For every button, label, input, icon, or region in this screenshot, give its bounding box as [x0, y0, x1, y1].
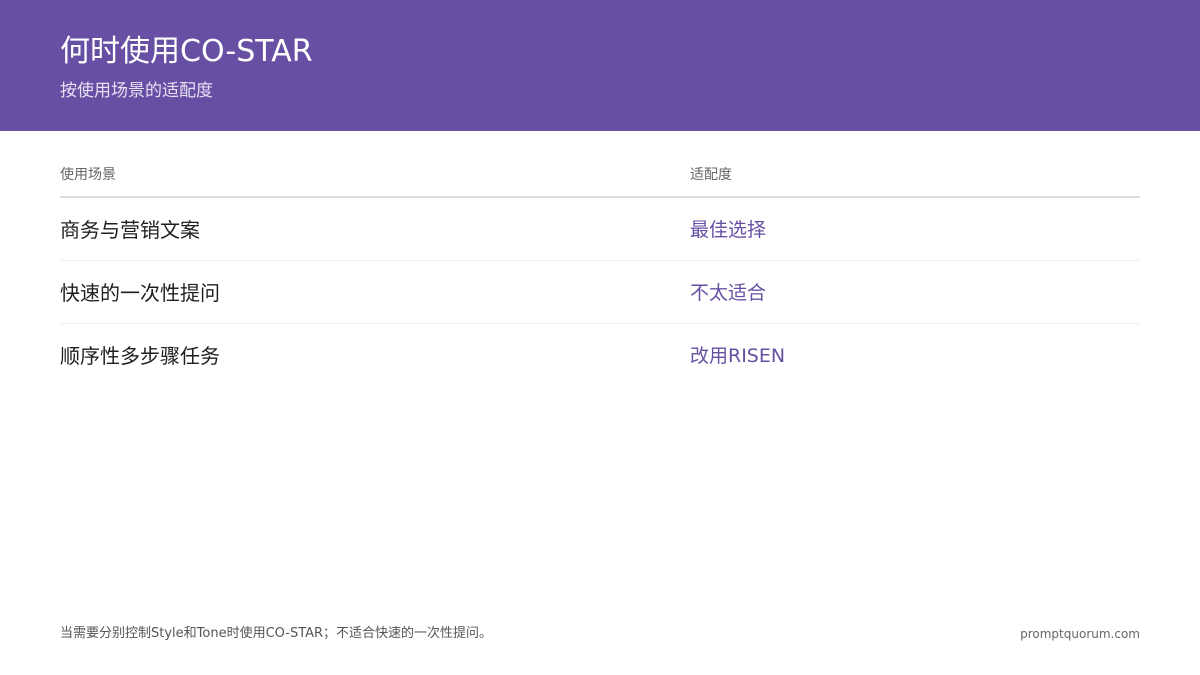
fit-cell: 改用RISEN [690, 345, 786, 367]
column-header-scenario: 使用场景 [60, 167, 116, 183]
scenario-cell: 顺序性多步骤任务 [60, 344, 220, 368]
table-row: 顺序性多步骤任务 改用RISEN [60, 324, 1140, 386]
fit-table: 使用场景 适配度 商务与营销文案 最佳选择 快速的一次性提问 不太适合 顺序性多… [60, 160, 1140, 386]
column-header-fit: 适配度 [690, 167, 732, 183]
table-row: 快速的一次性提问 不太适合 [60, 261, 1140, 324]
page-subtitle: 按使用场景的适配度 [60, 81, 213, 101]
scenario-cell: 商务与营销文案 [60, 218, 200, 242]
page-title: 何时使用CO-STAR [60, 34, 313, 69]
footer-brand: promptquorum.com [1020, 627, 1140, 641]
footer-note: 当需要分别控制Style和Tone时使用CO-STAR；不适合快速的一次性提问。 [60, 626, 493, 641]
table-row: 商务与营销文案 最佳选择 [60, 198, 1140, 261]
fit-cell: 最佳选择 [690, 219, 767, 241]
scenario-cell: 快速的一次性提问 [60, 281, 220, 305]
fit-cell: 不太适合 [690, 282, 767, 304]
table-header: 使用场景 适配度 [60, 160, 1140, 198]
header-banner: 何时使用CO-STAR 按使用场景的适配度 [0, 0, 1200, 131]
